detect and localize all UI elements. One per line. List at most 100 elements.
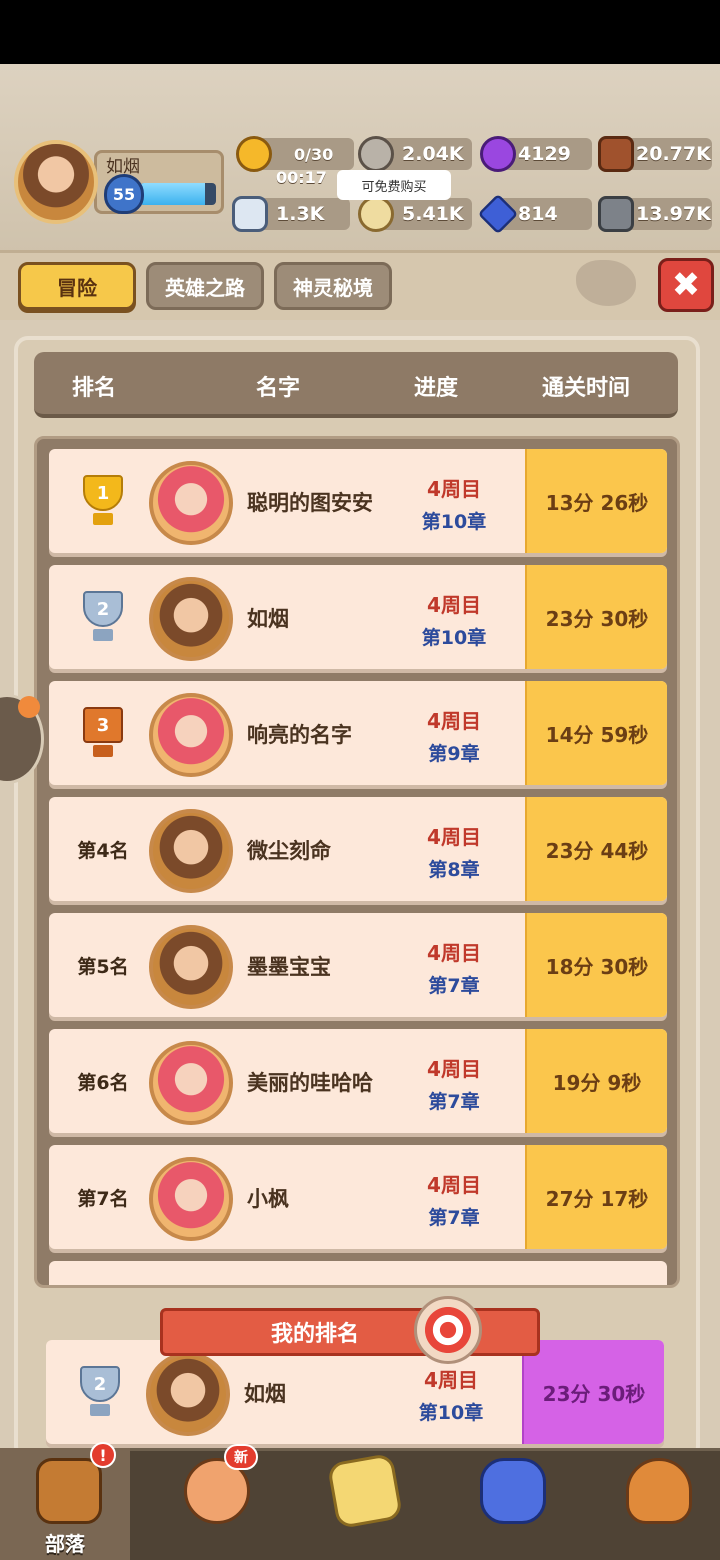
my-name: 如烟: [244, 1382, 286, 1406]
player-avatar: [149, 809, 233, 893]
bronze-trophy-icon: 3: [73, 707, 133, 759]
table-row[interactable]: 2 如烟 4周目 第10章 23分 30秒: [49, 565, 667, 669]
silver-trophy-icon: 2: [70, 1366, 130, 1418]
purple-gem-resource[interactable]: 4129: [480, 136, 592, 172]
round-label: 4周目: [427, 477, 481, 501]
player-avatar: [149, 577, 233, 661]
tab-adventure[interactable]: 冒险: [18, 262, 136, 310]
nav-map[interactable]: [296, 1448, 426, 1560]
player-avatar: [149, 693, 233, 777]
player-name: 美丽的哇哈哈: [247, 1071, 373, 1095]
food-resource[interactable]: 0/30: [236, 136, 354, 172]
round-label: 4周目: [427, 941, 481, 965]
nav-tribe-label: 部落: [45, 1532, 85, 1556]
level-badge: 55: [104, 174, 144, 214]
player-name: 墨墨宝宝: [247, 955, 331, 979]
round-label: 4周目: [427, 593, 481, 617]
chapter-label: 第7章: [428, 1091, 480, 1113]
treasure-map-icon: [326, 1452, 404, 1530]
round-label: 4周目: [427, 1173, 481, 1197]
tribe-alert-badge: !: [90, 1442, 116, 1468]
player-name: 响亮的名字: [247, 723, 352, 747]
table-row[interactable]: 3 响亮的名字 4周目第9章 14分 59秒: [49, 681, 667, 785]
item-bag-icon: [626, 1458, 692, 1524]
rock-pile-icon: [598, 196, 634, 232]
my-round: 4周目: [424, 1368, 478, 1392]
header-name: 名字: [256, 376, 301, 401]
nav-hero[interactable]: 新: [148, 1444, 278, 1560]
clear-time: 23分 30秒: [525, 565, 667, 669]
free-purchase-tooltip: 可免费购买: [337, 170, 451, 200]
my-clear-time: 23分 30秒: [522, 1340, 664, 1444]
round-label: 4周目: [427, 825, 481, 849]
nav-tribe[interactable]: ! 部落: [0, 1442, 130, 1560]
my-chapter: 第10章: [418, 1402, 484, 1424]
clear-time: 19分 9秒: [525, 1029, 667, 1133]
round-label: 4周目: [427, 709, 481, 733]
xp-bar: [140, 183, 216, 205]
table-row[interactable]: 1 聪明的图安安 4周目第10章 13分 26秒: [49, 449, 667, 553]
silver-trophy-icon: 2: [73, 591, 133, 643]
player-avatar: [149, 925, 233, 1009]
rank-label: 第7名: [77, 1187, 129, 1210]
wood-log-icon: [598, 136, 634, 172]
table-row[interactable]: 第6名 美丽的哇哈哈 4周目第7章 19分 9秒: [49, 1029, 667, 1133]
tab-hero-road[interactable]: 英雄之路: [146, 262, 264, 310]
my-avatar: [146, 1352, 230, 1436]
stone-ore-icon: [358, 136, 394, 172]
nav-bag[interactable]: [590, 1448, 720, 1560]
round-label: 4周目: [427, 1057, 481, 1081]
table-row[interactable]: [49, 1261, 667, 1285]
diamond-resource[interactable]: 814: [477, 193, 592, 235]
player-avatar: [149, 461, 233, 545]
clear-time: 27分 17秒: [525, 1145, 667, 1249]
egg-resource[interactable]: 5.41K: [358, 196, 472, 232]
nav-pet[interactable]: [444, 1448, 574, 1560]
my-rank-banner: 我的排名: [160, 1308, 540, 1356]
gold-trophy-icon: 1: [73, 475, 133, 527]
chapter-label: 第8章: [428, 859, 480, 881]
header-clear-time: 通关时间: [542, 376, 631, 401]
clear-time: 13分 26秒: [525, 449, 667, 553]
rock-resource[interactable]: 13.97K: [598, 196, 712, 232]
player-name: 如烟: [247, 607, 289, 631]
rank-cell: 2: [57, 565, 149, 669]
my-rank-trophy: 2: [54, 1340, 146, 1444]
table-row[interactable]: 第4名 微尘刻命 4周目 第8章 23分 44秒: [49, 797, 667, 901]
close-button[interactable]: ✖: [658, 258, 714, 312]
player-name: 小枫: [247, 1187, 289, 1211]
drumstick-icon: [236, 136, 272, 172]
rank-label: 第5名: [77, 955, 129, 978]
player-avatar: [149, 1041, 233, 1125]
chapter-label: 第7章: [428, 1207, 480, 1229]
chapter-label: 第9章: [428, 743, 480, 765]
purple-orb-icon: [480, 136, 516, 172]
player-name: 聪明的图安安: [247, 491, 373, 515]
bone-resource[interactable]: 1.3K: [232, 196, 350, 232]
target-icon: [414, 1296, 482, 1364]
header-rank: 排名: [72, 376, 117, 401]
clear-time: 23分 44秒: [525, 797, 667, 901]
clear-time: 18分 30秒: [525, 913, 667, 1017]
leaderboard-header: 排名 名字 进度 通关时间: [34, 352, 678, 418]
tab-divine-realm[interactable]: 神灵秘境: [274, 262, 392, 310]
rank-cell: 3: [57, 681, 149, 785]
leaderboard-list[interactable]: 1 聪明的图安安 4周目 第10章 13分 26秒 2 如烟 4周目 第10章 23分 30秒 3 响…: [34, 436, 680, 1288]
player-name: 微尘刻命: [247, 839, 331, 863]
player-avatar: [149, 1157, 233, 1241]
clear-time: 14分 59秒: [525, 681, 667, 785]
header-progress: 进度: [414, 376, 459, 401]
wood-resource[interactable]: 20.77K: [598, 136, 712, 172]
player-avatar[interactable]: [14, 140, 98, 224]
chapter-label: 第10章: [421, 511, 487, 533]
rank-label: 第6名: [77, 1071, 129, 1094]
wolf-pet-icon: [480, 1458, 546, 1524]
ore-resource[interactable]: 2.04K: [358, 136, 472, 172]
notification-dot: [18, 696, 40, 718]
xp-bar-fill: [140, 183, 205, 205]
tribe-hut-icon: [36, 1458, 102, 1524]
table-row[interactable]: 第7名 小枫 4周目第7章 27分 17秒: [49, 1145, 667, 1249]
new-badge: 新: [224, 1444, 258, 1470]
table-row[interactable]: 第5名 墨墨宝宝 4周目第7章 18分 30秒: [49, 913, 667, 1017]
chapter-label: 第7章: [428, 975, 480, 997]
